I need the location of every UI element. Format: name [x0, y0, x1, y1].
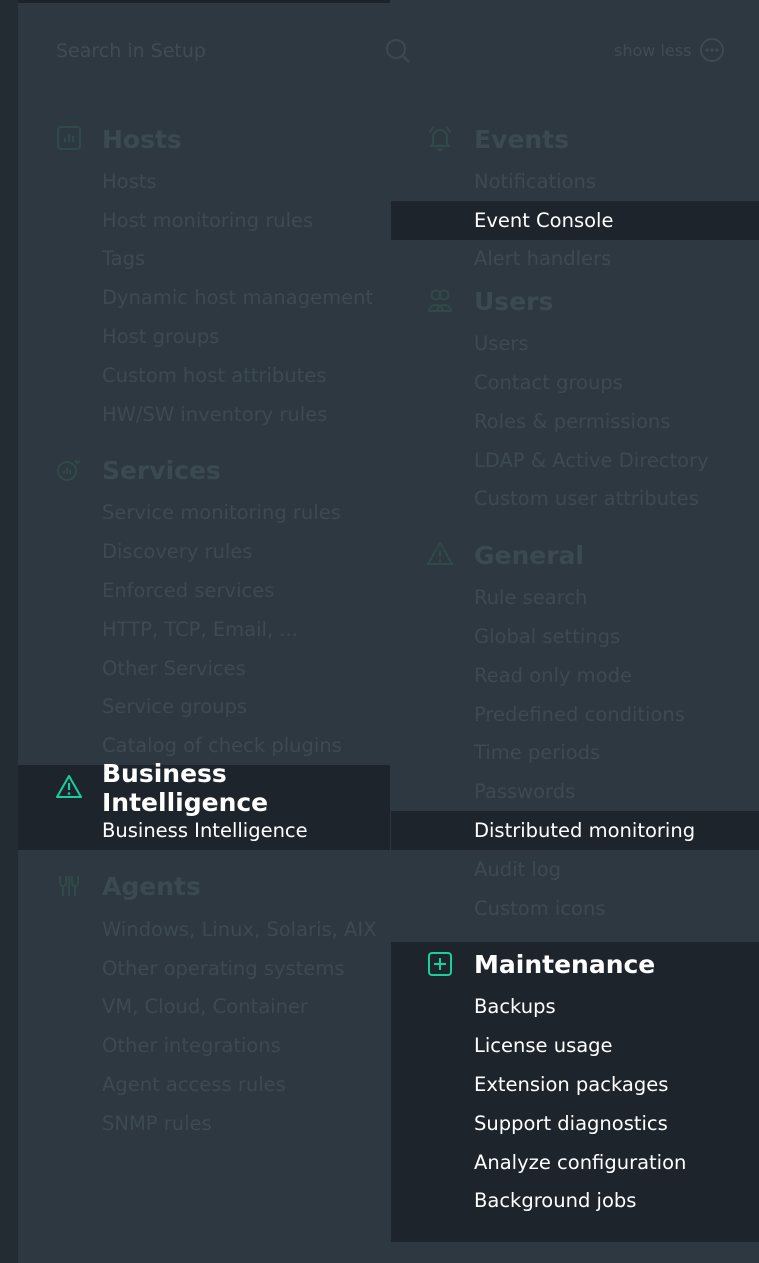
menu-item-extension-packages[interactable]: Extension packages — [391, 1065, 759, 1104]
menu-item-distributed-monitoring[interactable]: Distributed monitoring — [391, 811, 759, 850]
menu-item-rule-search[interactable]: Rule search — [391, 578, 759, 617]
section-title-maintenance: Maintenance — [474, 950, 656, 980]
menu-item-notifications[interactable]: Notifications — [391, 162, 759, 201]
menu-item-custom-host-attributes[interactable]: Custom host attributes — [18, 356, 390, 395]
show-less-toggle[interactable]: show less — [614, 36, 725, 64]
menu-item-service-monitoring-rules[interactable]: Service monitoring rules — [18, 494, 390, 533]
menu-item-read-only-mode[interactable]: Read only mode — [391, 656, 759, 695]
search-icon[interactable] — [384, 37, 412, 65]
section-users: Users Users Contact groups Roles & permi… — [391, 278, 759, 518]
top-divider — [18, 0, 390, 3]
menu-item-host-monitoring-rules[interactable]: Host monitoring rules — [18, 201, 390, 240]
users-icon — [427, 289, 453, 313]
search-input[interactable] — [54, 38, 358, 64]
menu-item-passwords[interactable]: Passwords — [391, 772, 759, 811]
menu-item-other-integrations[interactable]: Other integrations — [18, 1026, 390, 1065]
menu-item-snmp-rules[interactable]: SNMP rules — [18, 1104, 390, 1143]
menu-item-tags[interactable]: Tags — [18, 240, 390, 279]
section-events: Events Notifications Event Console Alert… — [391, 116, 759, 278]
agents-icon — [59, 875, 79, 896]
search-bar — [18, 28, 418, 72]
menu-item-global-settings[interactable]: Global settings — [391, 617, 759, 656]
section-title-agents: Agents — [102, 872, 201, 902]
menu-item-http-tcp-email[interactable]: HTTP, TCP, Email, ... — [18, 610, 390, 649]
menu-item-hosts[interactable]: Hosts — [18, 162, 390, 201]
general-warning-icon — [427, 542, 453, 566]
section-header-events[interactable]: Events — [391, 116, 759, 162]
menu-item-vm-cloud-container[interactable]: VM, Cloud, Container — [18, 988, 390, 1027]
left-sidebar-strip — [0, 0, 18, 1263]
section-services: Services Service monitoring rules Discov… — [18, 448, 390, 766]
services-icon — [57, 459, 81, 481]
menu-item-license-usage[interactable]: License usage — [391, 1026, 759, 1065]
menu-item-agent-access-rules[interactable]: Agent access rules — [18, 1065, 390, 1104]
bell-icon — [429, 126, 451, 151]
menu-item-discovery-rules[interactable]: Discovery rules — [18, 532, 390, 571]
section-header-maintenance[interactable]: Maintenance — [391, 942, 759, 988]
warning-icon — [56, 775, 82, 799]
menu-item-contact-groups[interactable]: Contact groups — [391, 363, 759, 402]
hosts-icon — [57, 126, 81, 150]
section-header-agents[interactable]: Agents — [18, 864, 390, 910]
menu-item-custom-user-attributes[interactable]: Custom user attributes — [391, 480, 759, 519]
menu-item-event-console[interactable]: Event Console — [391, 200, 759, 240]
menu-item-enforced-services[interactable]: Enforced services — [18, 571, 390, 610]
section-title-services: Services — [102, 456, 221, 486]
menu-item-custom-icons[interactable]: Custom icons — [391, 889, 759, 928]
menu-item-audit-log[interactable]: Audit log — [391, 850, 759, 889]
menu-item-support-diagnostics[interactable]: Support diagnostics — [391, 1104, 759, 1143]
menu-item-windows-linux-solaris-aix[interactable]: Windows, Linux, Solaris, AIX — [18, 910, 390, 949]
section-title-business-intelligence: Business Intelligence — [102, 759, 269, 818]
section-hosts: Hosts Hosts Host monitoring rules Tags D… — [18, 116, 390, 434]
section-business-intelligence: Business Intelligence Business Intellige… — [18, 759, 390, 850]
section-header-hosts[interactable]: Hosts — [18, 116, 390, 162]
show-less-label: show less — [614, 40, 692, 60]
menu-item-ldap-active-directory[interactable]: LDAP & Active Directory — [391, 441, 759, 480]
section-title-users: Users — [474, 286, 554, 316]
menu-item-backups[interactable]: Backups — [391, 988, 759, 1027]
section-header-users[interactable]: Users — [391, 278, 759, 324]
section-title-general: General — [474, 540, 584, 570]
section-title-events: Events — [474, 124, 569, 154]
menu-item-service-groups[interactable]: Service groups — [18, 688, 390, 727]
menu-item-other-services[interactable]: Other Services — [18, 649, 390, 688]
menu-item-users[interactable]: Users — [391, 324, 759, 363]
menu-item-predefined-conditions[interactable]: Predefined conditions — [391, 695, 759, 734]
section-header-general[interactable]: General — [391, 532, 759, 578]
section-agents: Agents Windows, Linux, Solaris, AIX Othe… — [18, 864, 390, 1143]
more-icon — [700, 38, 725, 62]
right-column: Events Notifications Event Console Alert… — [391, 116, 759, 1242]
menu-item-analyze-configuration[interactable]: Analyze configuration — [391, 1143, 759, 1182]
section-title-hosts: Hosts — [102, 124, 182, 154]
section-header-services[interactable]: Services — [18, 448, 390, 494]
section-header-business-intelligence[interactable]: Business Intelligence — [18, 759, 390, 817]
menu-item-alert-handlers[interactable]: Alert handlers — [391, 240, 759, 279]
section-maintenance: Maintenance Backups License usage Extens… — [391, 941, 759, 1242]
menu-item-dynamic-host-management[interactable]: Dynamic host management — [18, 278, 390, 317]
menu-item-roles-permissions[interactable]: Roles & permissions — [391, 402, 759, 441]
left-column: Hosts Hosts Host monitoring rules Tags D… — [18, 116, 390, 1143]
menu-item-other-operating-systems[interactable]: Other operating systems — [18, 949, 390, 988]
plus-box-icon — [428, 951, 452, 976]
section-general: General Rule search Global settings Read… — [391, 532, 759, 927]
menu-item-hw-sw-inventory-rules[interactable]: HW/SW inventory rules — [18, 395, 390, 434]
menu-item-time-periods[interactable]: Time periods — [391, 734, 759, 773]
menu-item-background-jobs[interactable]: Background jobs — [391, 1182, 759, 1221]
menu-item-host-groups[interactable]: Host groups — [18, 317, 390, 356]
